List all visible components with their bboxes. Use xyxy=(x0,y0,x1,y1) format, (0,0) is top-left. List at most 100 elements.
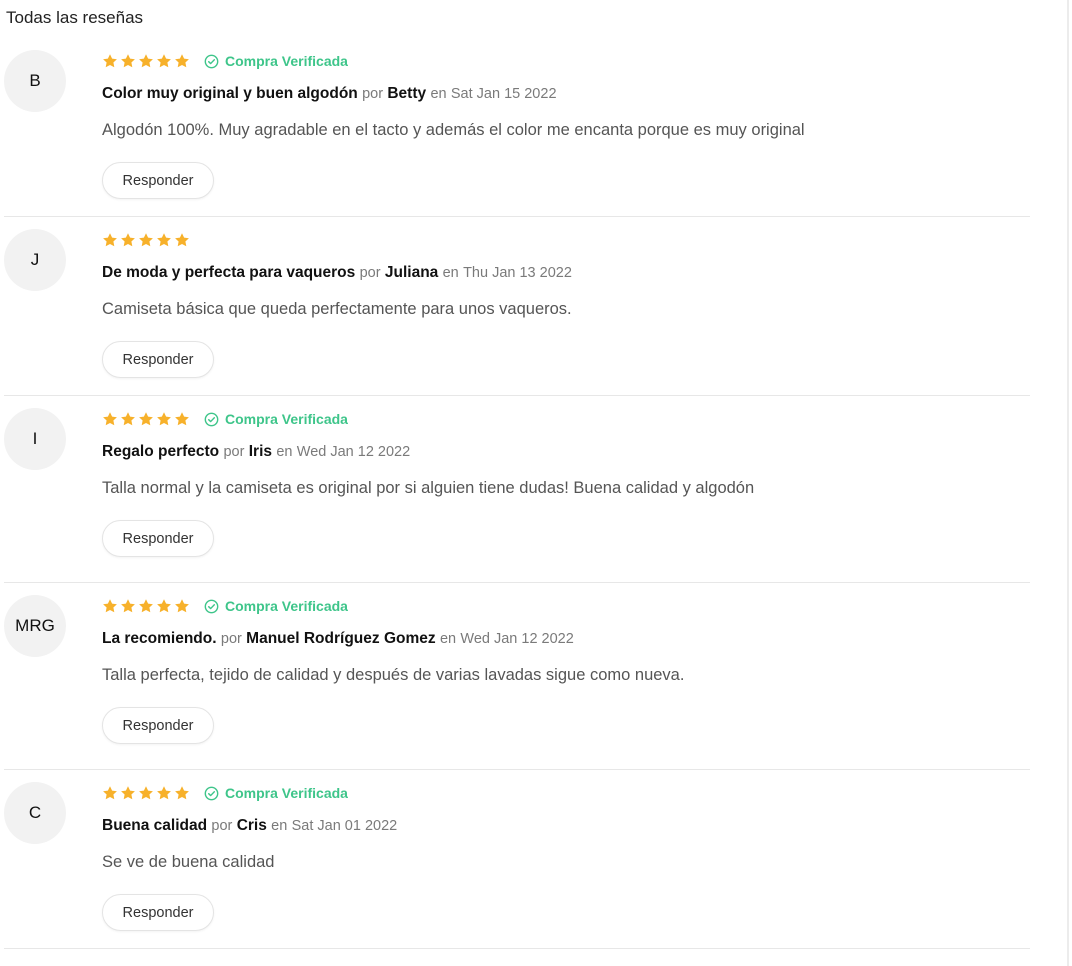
review-title: Regalo perfecto xyxy=(102,443,220,460)
star-icon xyxy=(121,786,135,800)
star-icon xyxy=(139,54,153,68)
star-icon xyxy=(103,412,117,426)
review-author: Iris xyxy=(248,443,272,460)
by-label: por xyxy=(220,631,242,647)
review-content: Compra Verificada La recomiendo. por Man… xyxy=(102,597,1030,744)
review-item: MRG Compra Verificada La recomiendo. por… xyxy=(4,583,1030,770)
by-label: por xyxy=(362,86,384,102)
star-icon xyxy=(157,54,171,68)
review-content: Compra Verificada Color muy original y b… xyxy=(102,52,1030,199)
review-meta: Compra Verificada xyxy=(102,597,1030,615)
star-icon xyxy=(139,599,153,613)
review-date: Sat Jan 01 2022 xyxy=(291,818,398,834)
review-body: Talla normal y la camiseta es original p… xyxy=(102,479,755,497)
review-date: Wed Jan 12 2022 xyxy=(460,631,574,647)
review-body: Talla perfecta, tejido de calidad y desp… xyxy=(102,666,685,684)
review-item: J De moda y perfecta para vaqueros por J… xyxy=(4,217,1030,396)
review-heading: Regalo perfecto por Iris en Wed Jan 12 2… xyxy=(102,443,1030,461)
star-icon xyxy=(121,599,135,613)
reply-button[interactable]: Responder xyxy=(102,520,214,557)
star-icon xyxy=(157,599,171,613)
star-icon xyxy=(175,54,189,68)
by-label: por xyxy=(223,444,245,460)
check-circle-icon xyxy=(204,599,219,613)
review-date: Sat Jan 15 2022 xyxy=(450,86,557,102)
review-date: Thu Jan 13 2022 xyxy=(463,265,572,281)
review-author: Juliana xyxy=(384,264,439,281)
review-item: I Compra Verificada Regalo perfecto por … xyxy=(4,396,1030,583)
star-rating xyxy=(102,232,190,248)
on-label: en xyxy=(276,444,293,460)
review-body: Se ve de buena calidad xyxy=(102,853,275,871)
review-meta xyxy=(102,231,1030,249)
reply-button[interactable]: Responder xyxy=(102,707,214,744)
by-label: por xyxy=(359,265,381,281)
verified-label: Compra Verificada xyxy=(225,411,348,427)
review-date: Wed Jan 12 2022 xyxy=(296,444,411,460)
review-heading: La recomiendo. por Manuel Rodríguez Gome… xyxy=(102,630,1030,648)
avatar: I xyxy=(4,408,66,470)
review-list: B Compra Verificada Color muy original y… xyxy=(4,38,1030,949)
on-label: en xyxy=(439,631,457,647)
star-rating xyxy=(102,785,190,801)
star-rating xyxy=(102,598,190,614)
check-circle-icon xyxy=(204,786,219,800)
avatar: J xyxy=(4,229,66,291)
reply-button[interactable]: Responder xyxy=(102,162,214,199)
star-rating xyxy=(102,411,190,427)
review-content: Compra Verificada Regalo perfecto por Ir… xyxy=(102,410,1030,557)
star-icon xyxy=(139,786,153,800)
reviews-page: Todas las reseñas B Compra Verificada Co… xyxy=(0,0,1072,966)
review-content: De moda y perfecta para vaqueros por Jul… xyxy=(102,231,1030,378)
by-label: por xyxy=(211,818,233,834)
star-icon xyxy=(175,233,189,247)
review-meta: Compra Verificada xyxy=(102,410,1030,428)
verified-badge: Compra Verificada xyxy=(204,53,348,69)
review-title: Color muy original y buen algodón xyxy=(102,85,358,102)
star-icon xyxy=(121,233,135,247)
review-title: De moda y perfecta para vaqueros xyxy=(102,264,356,281)
avatar: B xyxy=(4,50,66,112)
reply-button[interactable]: Responder xyxy=(102,341,214,378)
star-icon xyxy=(157,412,171,426)
verified-label: Compra Verificada xyxy=(225,598,348,614)
review-body: Camiseta básica que queda perfectamente … xyxy=(102,300,572,318)
star-icon xyxy=(157,233,171,247)
on-label: en xyxy=(442,265,459,281)
review-title: La recomiendo. xyxy=(102,630,217,647)
on-label: en xyxy=(271,818,288,834)
review-body: Algodón 100%. Muy agradable en el tacto … xyxy=(102,121,805,139)
star-icon xyxy=(157,786,171,800)
star-icon xyxy=(139,412,153,426)
verified-badge: Compra Verificada xyxy=(204,785,348,801)
on-label: en xyxy=(430,86,447,102)
section-title: Todas las reseñas xyxy=(6,8,144,27)
review-meta: Compra Verificada xyxy=(102,52,1030,70)
star-icon xyxy=(121,54,135,68)
star-icon xyxy=(139,233,153,247)
star-icon xyxy=(175,412,189,426)
review-author: Manuel Rodríguez Gomez xyxy=(246,630,436,647)
review-content: Compra Verificada Buena calidad por Cris… xyxy=(102,784,1030,931)
star-rating xyxy=(102,53,190,69)
review-heading: De moda y perfecta para vaqueros por Jul… xyxy=(102,264,1030,282)
avatar: C xyxy=(4,782,66,844)
review-author: Betty xyxy=(387,85,427,102)
verified-label: Compra Verificada xyxy=(225,785,348,801)
star-icon xyxy=(175,786,189,800)
verified-badge: Compra Verificada xyxy=(204,411,348,427)
reply-button[interactable]: Responder xyxy=(102,894,214,931)
review-heading: Buena calidad por Cris en Sat Jan 01 202… xyxy=(102,817,1030,835)
review-meta: Compra Verificada xyxy=(102,784,1030,802)
review-heading: Color muy original y buen algodón por Be… xyxy=(102,85,1030,103)
verified-badge: Compra Verificada xyxy=(204,598,348,614)
star-icon xyxy=(175,599,189,613)
star-icon xyxy=(103,233,117,247)
star-icon xyxy=(103,54,117,68)
star-icon xyxy=(103,599,117,613)
star-icon xyxy=(103,786,117,800)
check-circle-icon xyxy=(204,412,219,426)
star-icon xyxy=(121,412,135,426)
scrollbar-track[interactable] xyxy=(1067,0,1069,966)
review-item: B Compra Verificada Color muy original y… xyxy=(4,38,1030,217)
